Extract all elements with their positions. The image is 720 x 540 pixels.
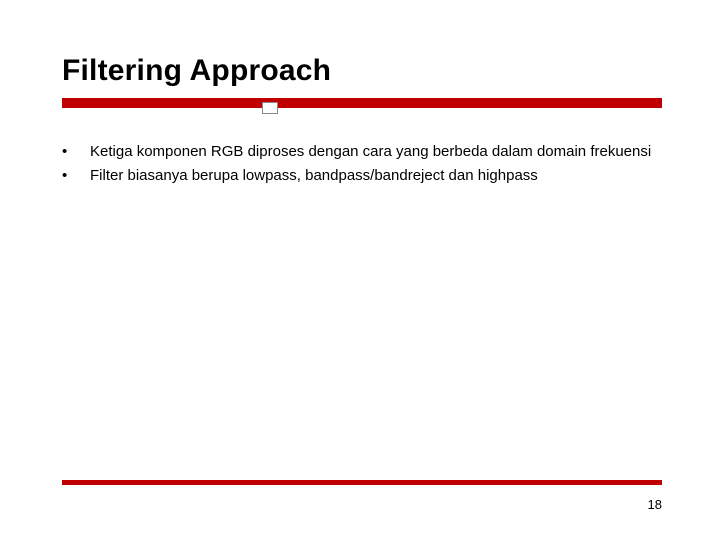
bullet-icon: • (62, 166, 90, 186)
list-item: • Filter biasanya berupa lowpass, bandpa… (62, 166, 662, 186)
slide: Filtering Approach • Ketiga komponen RGB… (0, 0, 720, 540)
page-number: 18 (648, 497, 662, 512)
bullet-text: Filter biasanya berupa lowpass, bandpass… (90, 166, 662, 186)
content-area: • Ketiga komponen RGB diproses dengan ca… (62, 142, 662, 189)
slide-title: Filtering Approach (62, 54, 331, 88)
list-item: • Ketiga komponen RGB diproses dengan ca… (62, 142, 662, 162)
bullet-text: Ketiga komponen RGB diproses dengan cara… (90, 142, 662, 162)
title-underline-notch (262, 102, 278, 114)
bullet-icon: • (62, 142, 90, 162)
title-underline (62, 98, 662, 108)
footer-rule (62, 480, 662, 485)
